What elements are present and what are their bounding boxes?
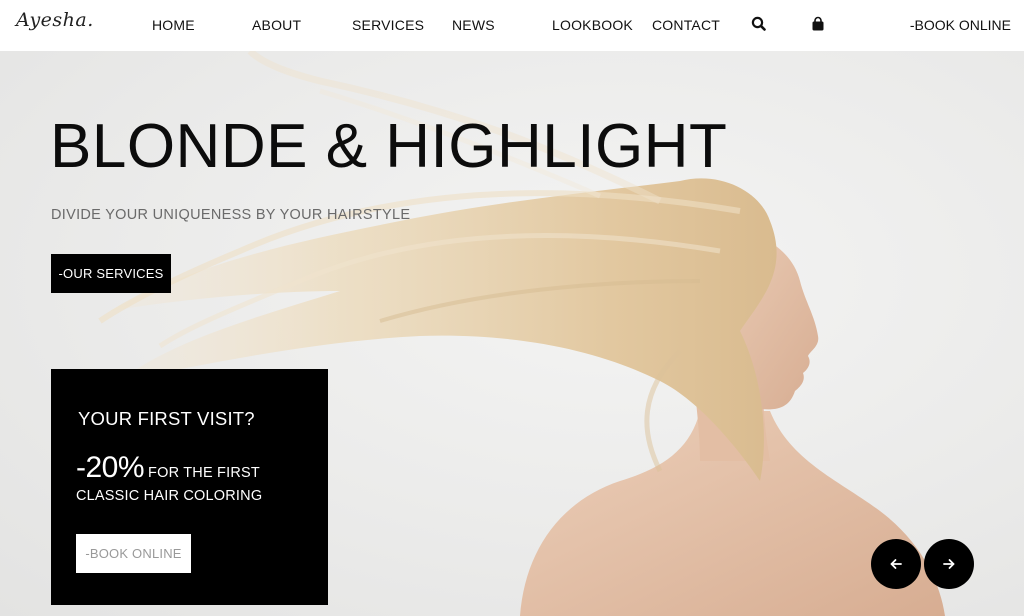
site-logo[interactable]: Ayesha. [16, 9, 94, 31]
hero-title: BLONDE & HIGHLIGHT [50, 112, 728, 181]
promo-discount-line: -20% FOR THE FIRST [76, 451, 260, 485]
our-services-button[interactable]: -OUR SERVICES [51, 254, 171, 293]
nav-news[interactable]: NEWS [452, 17, 495, 33]
book-online-link[interactable]: -BOOK ONLINE [910, 17, 1011, 33]
nav-about[interactable]: ABOUT [252, 17, 301, 33]
promo-discount: -20% [76, 451, 145, 484]
hero-subtitle: DIVIDE YOUR UNIQUENESS BY YOUR HAIRSTYLE [51, 207, 411, 223]
search-icon[interactable] [750, 15, 768, 33]
nav-lookbook[interactable]: LOOKBOOK [552, 17, 633, 33]
slider-prev-button[interactable] [871, 539, 921, 589]
slider-next-button[interactable] [924, 539, 974, 589]
nav-services[interactable]: SERVICES [352, 17, 424, 33]
first-visit-promo: YOUR FIRST VISIT? -20% FOR THE FIRST CLAS… [51, 369, 328, 605]
nav-home[interactable]: HOME [152, 17, 195, 33]
promo-line1: FOR THE FIRST [148, 465, 260, 481]
promo-book-online-button[interactable]: -BOOK ONLINE [76, 534, 191, 573]
promo-heading: YOUR FIRST VISIT? [78, 408, 255, 429]
site-header: Ayesha. HOME ABOUT SERVICES NEWS LOOKBOO… [0, 0, 1024, 51]
hero-slider: BLONDE & HIGHLIGHT DIVIDE YOUR UNIQUENES… [0, 51, 1024, 616]
shopping-bag-icon[interactable] [809, 15, 827, 33]
arrow-left-icon [890, 559, 902, 569]
nav-contact[interactable]: CONTACT [652, 17, 720, 33]
arrow-right-icon [943, 559, 955, 569]
promo-line2: CLASSIC HAIR COLORING [76, 488, 263, 504]
